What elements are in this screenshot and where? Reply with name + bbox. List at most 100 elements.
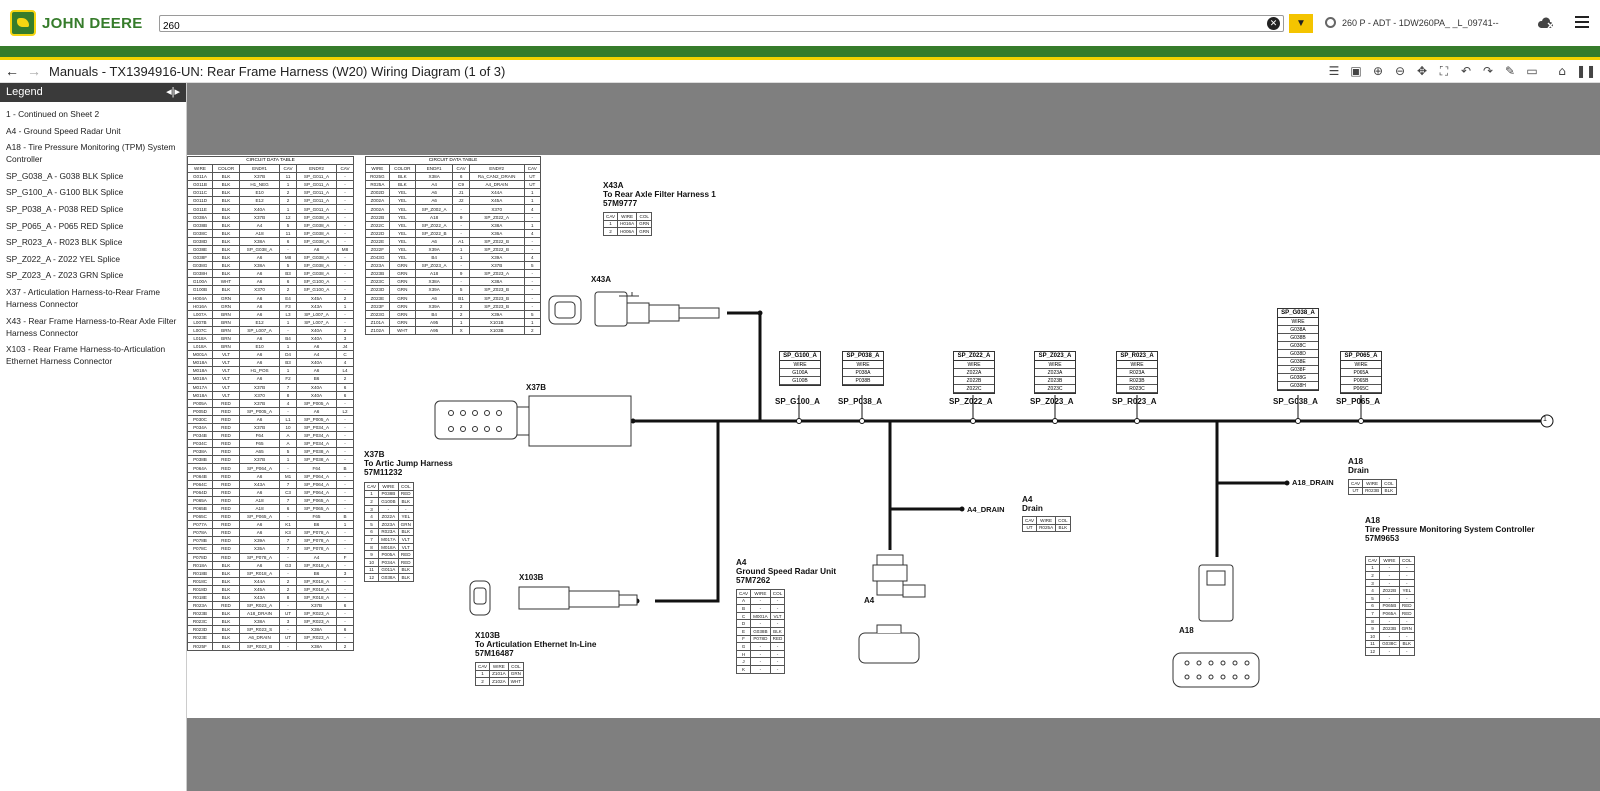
legend-item[interactable]: X103 - Rear Frame Harness-to-Articulatio… xyxy=(6,343,180,367)
legend-item[interactable]: A18 - Tire Pressure Monitoring (TPM) Sys… xyxy=(6,141,180,165)
table-cell: 2 xyxy=(1364,571,1381,580)
search-field[interactable]: ✕ xyxy=(159,15,1284,34)
table-cell: 1 xyxy=(1364,563,1381,573)
table-cell: - xyxy=(336,180,354,190)
x43a-caption: X43A To Rear Axle Filter Harness 1 57M97… xyxy=(603,181,716,208)
table-cell: A18 xyxy=(239,503,281,514)
zoom-in-icon[interactable]: ⊕ xyxy=(1370,63,1386,79)
table-cell: - xyxy=(336,447,354,457)
table-cell: VLT xyxy=(211,350,241,360)
table-cell: X103B xyxy=(468,325,525,335)
wiring-diagram-sheet[interactable]: CIRCUIT DATA TABLE WIRE COLOR END#1 CAV END#2… xyxy=(187,155,1600,718)
table-cell: 9 xyxy=(452,212,470,222)
redo-icon[interactable]: ↷ xyxy=(1480,63,1496,79)
pause-icon[interactable]: ❚❚ xyxy=(1576,63,1596,79)
table-cell: P078A xyxy=(187,528,213,538)
table-cell: SP_L007_A xyxy=(296,309,337,319)
legend-item[interactable]: X43 - Rear Frame Harness-to-Rear Axle Fi… xyxy=(6,315,180,339)
table-cell: 10 xyxy=(1364,631,1381,641)
legend-item[interactable]: SP_Z022_A - Z022 YEL Splice xyxy=(6,253,180,265)
legend-item[interactable]: SP_P065_A - P065 RED Splice xyxy=(6,220,180,232)
table-row: L007A BRN A6 L3 SP_L007_A - xyxy=(187,309,354,319)
table-cell: SP_G100_A xyxy=(296,285,337,295)
splice-box-title: SP_Z023_A xyxy=(1035,352,1075,361)
table-cell: X40A xyxy=(296,382,337,392)
splice-label: SP_R023_A xyxy=(1112,397,1157,406)
column-header: CAV xyxy=(452,163,470,174)
table-cell: X45A xyxy=(239,584,281,594)
table-cell: - xyxy=(336,188,354,198)
table-row: 6 R023A BLK xyxy=(363,527,414,537)
splice-wire-box: SP_Z023_A WIRE Z023A Z023B Z023C xyxy=(1034,351,1076,394)
pan-icon[interactable]: ✥ xyxy=(1414,63,1430,79)
legend-item[interactable]: A4 - Ground Speed Radar Unit xyxy=(6,125,180,137)
table-row: Z022B YEL A18 9 SP_Z022_A - xyxy=(365,212,542,222)
machine-selector[interactable]: 260 P - ADT - 1DW260PA_ _L_09741-- xyxy=(1325,17,1499,28)
table-cell: SP_Z022_B xyxy=(468,236,525,246)
forward-arrow-icon[interactable]: → xyxy=(27,63,41,79)
image-view-icon[interactable]: ▣ xyxy=(1348,63,1364,79)
home-icon[interactable]: ⌂ xyxy=(1554,63,1570,79)
legend-item[interactable]: SP_R023_A - R023 BLK Splice xyxy=(6,236,180,248)
legend-item[interactable]: 1 - Continued on Sheet 2 xyxy=(6,108,180,120)
legend-item[interactable]: SP_P038_A - P038 RED Splice xyxy=(6,203,180,215)
search-input[interactable] xyxy=(160,19,1260,34)
table-cell: 4 xyxy=(523,204,542,214)
undo-icon[interactable]: ↶ xyxy=(1458,63,1474,79)
table-cell: 5 xyxy=(279,447,297,457)
legend-item[interactable]: SP_G100_A - G100 BLK Splice xyxy=(6,186,180,198)
page-icon[interactable]: ▭ xyxy=(1524,63,1540,79)
splice-wire: Z022A xyxy=(954,369,994,377)
table-cell: B4 xyxy=(414,309,454,319)
table-cell: BLK xyxy=(211,220,241,230)
table-cell: - xyxy=(279,601,297,611)
table-cell: 5 xyxy=(363,519,380,529)
table-cell: P038B xyxy=(187,455,213,465)
table-cell: 1 xyxy=(523,317,542,327)
splice-wire-box: SP_R023_A WIRE R023A R023B R023C xyxy=(1116,351,1158,394)
table-cell: - xyxy=(1379,563,1400,573)
clear-search-icon[interactable]: ✕ xyxy=(1267,17,1280,30)
column-header: WIRE xyxy=(1379,556,1400,565)
splice-wire: Z023B xyxy=(1035,377,1075,385)
cloud-offline-icon[interactable] xyxy=(1537,16,1555,30)
highlight-icon[interactable]: ✎ xyxy=(1502,63,1518,79)
table-cell: SP_P034_A xyxy=(296,439,337,449)
table-cell: X40A xyxy=(296,333,337,344)
table-cell: SP_Z023_B xyxy=(468,285,525,295)
table-row: G-- xyxy=(735,642,786,651)
john-deere-logo[interactable]: JOHN DEERE xyxy=(10,10,160,36)
table-row: H-- xyxy=(735,649,786,659)
fit-to-screen-icon[interactable]: ⛶ xyxy=(1436,63,1452,79)
zoom-out-icon[interactable]: ⊖ xyxy=(1392,63,1408,79)
table-cell: - xyxy=(336,204,354,214)
table-row: G038A BLK X37B 12 SP_G038_A - xyxy=(187,212,354,222)
legend-item[interactable]: SP_G038_A - G038 BLK Splice xyxy=(6,170,180,182)
table-cell: - xyxy=(1398,578,1415,588)
table-row: L007C BRN SP_L007_A - X40A 2 xyxy=(187,325,354,335)
table-cell: - xyxy=(523,236,542,246)
table-cell: YEL xyxy=(388,244,416,255)
x43a-desc: To Rear Axle Filter Harness 1 xyxy=(603,190,716,199)
table-row: 4 Z022A YEL xyxy=(363,512,414,521)
table-cell: P064D xyxy=(187,487,213,497)
table-cell: SP_G038_A xyxy=(296,220,337,230)
table-cell: 2 xyxy=(279,196,297,206)
search-dropdown-button[interactable]: ▼ xyxy=(1289,14,1313,33)
table-cell: P065A xyxy=(187,495,213,505)
legend-item[interactable]: SP_Z023_A - Z023 GRN Splice xyxy=(6,269,180,281)
diagram-viewport[interactable]: CIRCUIT DATA TABLE WIRE COLOR END#1 CAV END#2… xyxy=(187,83,1600,791)
table-cell: X43A xyxy=(239,592,281,603)
table-cell: X37B xyxy=(296,601,337,611)
legend-item[interactable]: X37 - Articulation Harness-to-Rear Frame… xyxy=(6,286,180,310)
table-cell: 12 xyxy=(279,212,297,222)
back-arrow-icon[interactable]: ← xyxy=(5,63,19,79)
table-cell: F64 xyxy=(239,431,281,441)
table-cell: BLK xyxy=(388,172,416,182)
x37b-title: X37B xyxy=(364,450,385,459)
hamburger-menu-icon[interactable] xyxy=(1575,16,1589,29)
list-view-icon[interactable]: ☰ xyxy=(1326,63,1342,79)
collapse-panel-icon[interactable]: ◂|▸ xyxy=(166,83,180,102)
table-cell: BLK xyxy=(211,212,241,222)
table-cell: - xyxy=(336,172,354,182)
